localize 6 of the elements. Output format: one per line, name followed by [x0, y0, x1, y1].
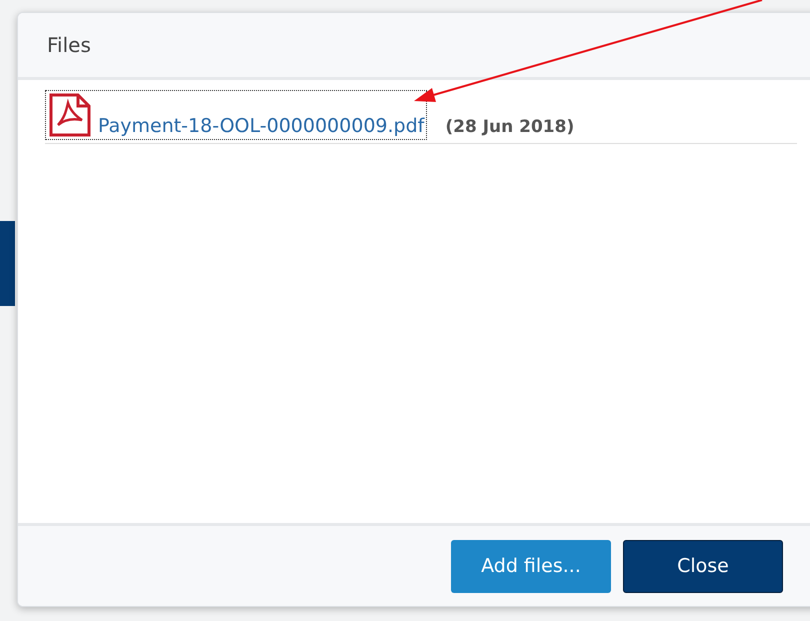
- file-date: (28 Jun 2018): [445, 117, 574, 139]
- file-link[interactable]: Payment-18-OOL-0000000009.pdf: [45, 90, 428, 140]
- pdf-file-icon: [48, 93, 92, 137]
- close-button[interactable]: Close: [623, 540, 783, 592]
- dialog-title: Files: [47, 33, 91, 57]
- add-files-button[interactable]: Add files...: [451, 540, 611, 592]
